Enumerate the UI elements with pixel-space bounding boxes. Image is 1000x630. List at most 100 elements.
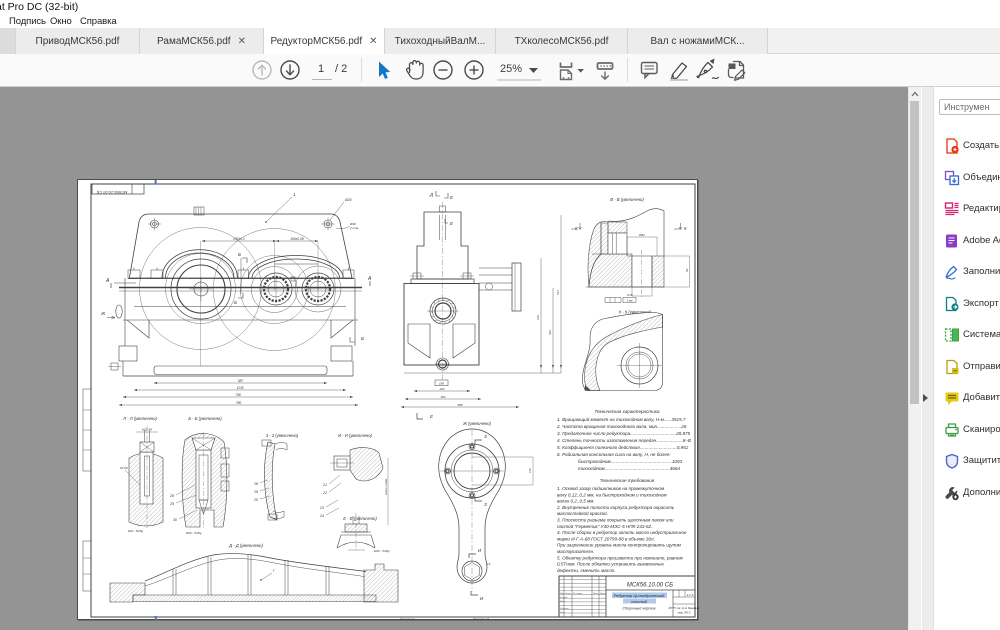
svg-text:115: 115 (528, 468, 532, 473)
svg-text:22: 22 (322, 491, 327, 495)
svg-text:23: 23 (319, 506, 324, 510)
svg-text:К: К (684, 226, 687, 231)
svg-text:Ø42: Ø42 (638, 233, 645, 237)
svg-text:12: 12 (487, 562, 491, 566)
svg-text:29: 29 (169, 502, 174, 506)
svg-text:52: 52 (685, 268, 689, 272)
svg-text:пастой "Герметик" У30-МЭС-5 НП: пастой "Герметик" У30-МЭС-5 НПК-243-62. (557, 523, 652, 529)
svg-text:Ж (увеличено): Ж (увеличено) (462, 421, 492, 426)
svg-text:Д - Д (увеличено): Д - Д (увеличено) (228, 543, 263, 548)
svg-text:Ø20: Ø20 (344, 198, 352, 202)
svg-text:МСК56.10.00 СБ: МСК56.10.00 СБ (96, 190, 127, 195)
svg-text:Пров.: Пров. (560, 601, 566, 603)
svg-text:517: 517 (556, 290, 560, 295)
svg-text:маслоуказателя.: маслоуказателя. (557, 549, 594, 554)
svg-text:каф. РК-3: каф. РК-3 (678, 611, 691, 615)
svg-text:1235: 1235 (236, 386, 243, 390)
svg-text:№ докум.: № докум. (573, 592, 583, 595)
svg-text:валах 0,2..0,5 мм.: валах 0,2..0,5 мм. (557, 499, 595, 504)
svg-text:0.28: 0.28 (627, 293, 633, 297)
svg-text:1: 1 (293, 192, 296, 197)
svg-text:тихоходном....................: тихоходном..............................… (578, 466, 680, 471)
svg-text:4. После сборки в редуктор зал: 4. После сборки в редуктор залить масло … (557, 530, 687, 535)
svg-text:0,5Тном. После обкатки устрани: 0,5Тном. После обкатки устранить выявлен… (557, 562, 664, 567)
svg-text:5. Обкатку редуктора произвест: 5. Обкатку редуктора произвести при номи… (557, 555, 683, 560)
svg-text:316: 316 (548, 330, 552, 335)
svg-text:Техническая характеристика: Техническая характеристика (594, 409, 659, 414)
svg-text:Б: Б (234, 300, 237, 305)
svg-text:Подп.: Подп. (593, 592, 599, 595)
svg-text:Формат А1: Формат А1 (473, 617, 490, 621)
svg-text:758: 758 (235, 393, 241, 397)
svg-text:Сборочный чертеж: Сборочный чертеж (622, 607, 656, 611)
svg-text:250±0.1: 250±0.1 (232, 237, 245, 241)
svg-text:валу 0,12..0,2 мм, на быстрохо: валу 0,12..0,2 мм, на быстроходном и тих… (557, 492, 668, 497)
svg-text:Изм: Изм (560, 593, 565, 595)
svg-text:302: 302 (440, 395, 445, 399)
svg-text:1 мм: 1 мм (626, 299, 632, 303)
svg-text:21: 21 (322, 483, 327, 487)
svg-text:4. Степень точности изготовлен: 4. Степень точности изготовления передач… (557, 438, 691, 443)
svg-text:19: 19 (254, 490, 258, 494)
svg-text:дефекты, сменить масло.: дефекты, сменить масло. (557, 568, 616, 573)
svg-text:18: 18 (254, 482, 258, 486)
svg-text:М20 - 7Н/6g: М20 - 7Н/6g (186, 531, 202, 535)
svg-text:R20 - 7Н/6g: R20 - 7Н/6g (128, 529, 144, 533)
svg-text:Копировал: Копировал (400, 617, 415, 621)
svg-text:1. Осевой зазор подшипников на: 1. Осевой зазор подшипников на промежуто… (557, 485, 665, 491)
svg-text:780: 780 (236, 401, 242, 405)
svg-text:Л - Л (увеличено): Л - Л (увеличено) (122, 416, 157, 421)
svg-text:К: К (575, 226, 578, 231)
svg-text:28: 28 (169, 494, 174, 498)
svg-text:А: А (367, 276, 372, 282)
svg-text:6. Радиальная консольная сила: 6. Радиальная консольная сила на валу, Н… (557, 452, 671, 457)
svg-text:Разраб.: Разраб. (560, 597, 568, 599)
svg-text:Б: Б (361, 336, 364, 341)
svg-text:112: 112 (536, 315, 540, 320)
svg-text:20: 20 (253, 498, 258, 502)
svg-text:195: 195 (439, 382, 444, 386)
svg-text:1. Вращающий момент на тихоход: 1. Вращающий момент на тихоходном валу, … (557, 416, 686, 422)
svg-text:Н.контр.: Н.контр. (560, 608, 570, 610)
svg-text:1:2.5: 1:2.5 (687, 593, 694, 597)
svg-text:388: 388 (457, 403, 462, 407)
svg-text:Е: Е (430, 414, 434, 419)
svg-text:5. Коэффициент полезного дейст: 5. Коэффициент полезного действия.......… (557, 444, 689, 450)
svg-text:Е: Е (450, 221, 454, 226)
svg-text:И: И (478, 548, 482, 553)
svg-text:Б: Б (238, 252, 241, 257)
svg-text:Г: Г (273, 569, 276, 573)
svg-text:При загрязнении уровень масла: При загрязнении уровень масла контролиро… (557, 543, 682, 548)
svg-text:около 1-2мм: около 1-2мм (384, 479, 388, 495)
svg-text:МСК56.10.00 СБ: МСК56.10.00 СБ (627, 583, 673, 589)
svg-text:Ж: Ж (100, 311, 106, 316)
svg-text:И: И (480, 596, 484, 601)
svg-text:А: А (105, 278, 110, 284)
svg-text:202: 202 (438, 387, 444, 391)
svg-text:±0.50: ±0.50 (120, 466, 128, 470)
svg-text:Е - Е (увеличено): Е - Е (увеличено) (343, 516, 377, 521)
svg-text:Д: Д (429, 192, 434, 197)
svg-text:587: 587 (238, 379, 244, 383)
svg-text:МГТУ им. Н.Э. Баумана: МГТУ им. Н.Э. Баумана (669, 606, 699, 610)
svg-text:3. Предаточное число редуктора: 3. Предаточное число редуктора..........… (557, 431, 691, 436)
svg-text:30: 30 (173, 518, 177, 522)
svg-text:24: 24 (319, 514, 324, 518)
svg-text:160±0.08: 160±0.08 (290, 237, 303, 241)
svg-text:Б - Б (увеличено): Б - Б (увеличено) (188, 416, 222, 421)
svg-text:М20 - 7Н/6g: М20 - 7Н/6g (374, 549, 390, 553)
svg-text:Лист: Лист (564, 593, 571, 595)
svg-text:быстроходном..................: быстроходном............................… (578, 459, 683, 464)
svg-text:3 - 3 (увеличено): 3 - 3 (увеличено) (266, 433, 299, 438)
svg-text:марки И-Г-А-68 ГОСТ 20799-88 в: марки И-Г-А-68 ГОСТ 20799-88 в объеме 30… (557, 536, 655, 541)
svg-text:Е: Е (450, 195, 454, 200)
svg-text:И - И (увеличено): И - И (увеличено) (338, 433, 372, 438)
svg-text:М12-7Н: М12-7Н (142, 428, 153, 432)
svg-text:маслостойкой краской.: маслостойкой краской. (557, 510, 608, 516)
svg-text:2. Частота вращения тихоходног: 2. Частота вращения тихоходного вала, ми… (556, 424, 687, 429)
svg-text:соосный: соосный (631, 599, 648, 604)
svg-text:Утв.: Утв. (560, 612, 565, 614)
svg-text:Дата: Дата (599, 593, 607, 595)
svg-text:З: З (484, 434, 487, 439)
svg-text:Редуктор Цилиндрический: Редуктор Цилиндрический (614, 593, 666, 598)
